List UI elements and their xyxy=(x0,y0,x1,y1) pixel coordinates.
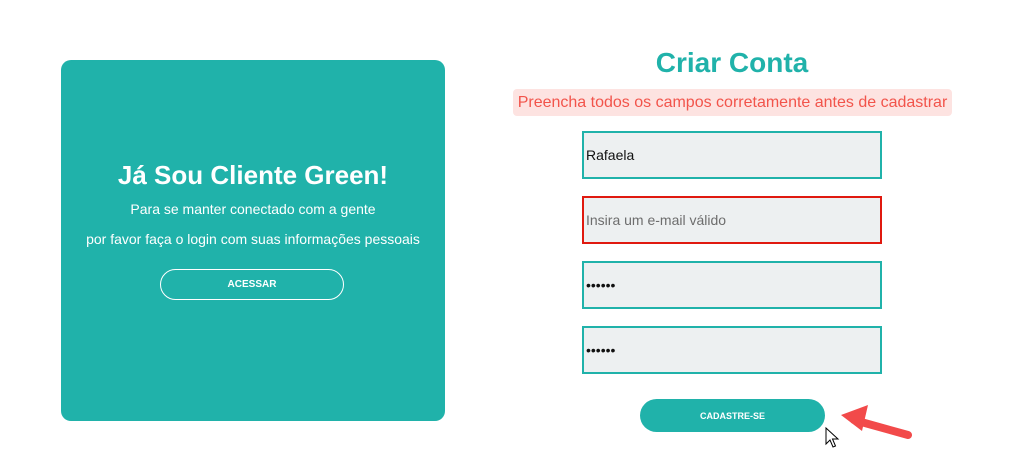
access-button[interactable]: ACESSAR xyxy=(160,269,344,300)
signup-button[interactable]: CADASTRE-SE xyxy=(640,399,825,432)
signup-page: Já Sou Cliente Green! Para se manter con… xyxy=(0,0,1020,462)
form-title: Criar Conta xyxy=(655,47,809,78)
confirm-password-field[interactable] xyxy=(582,326,882,374)
name-field[interactable] xyxy=(582,131,882,179)
panel-text-line-1: Para se manter conectado com a gente xyxy=(130,201,376,217)
panel-text-line-2: por favor faça o login com suas informaç… xyxy=(86,231,420,247)
red-arrow-icon xyxy=(841,405,912,439)
login-prompt-panel: Já Sou Cliente Green! Para se manter con… xyxy=(61,60,445,421)
email-field[interactable] xyxy=(582,196,882,244)
error-banner: Preencha todos os campos corretamente an… xyxy=(513,89,952,116)
panel-title: Já Sou Cliente Green! xyxy=(117,160,389,190)
mouse-pointer-icon xyxy=(825,427,840,448)
password-field[interactable] xyxy=(582,261,882,309)
